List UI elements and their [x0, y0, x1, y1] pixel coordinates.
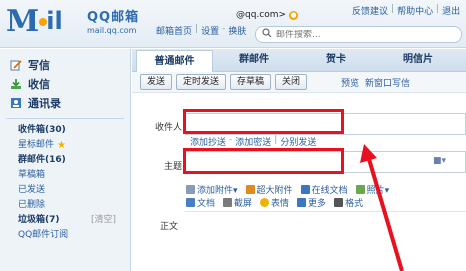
- arrow-shaft: [367, 158, 404, 271]
- arrow-head: [360, 144, 377, 163]
- annotation-arrow: [360, 144, 404, 271]
